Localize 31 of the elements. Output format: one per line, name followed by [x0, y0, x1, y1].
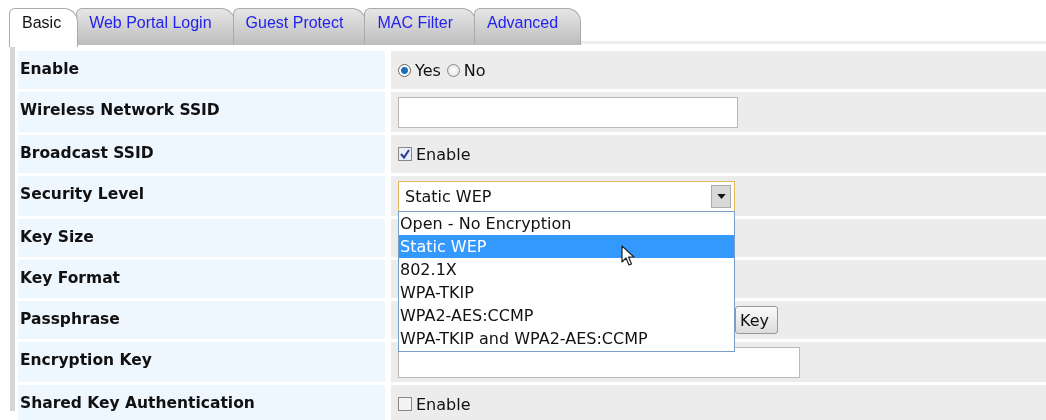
field-label: Wireless Network SSID: [18, 92, 385, 132]
field-label: Passphrase: [18, 301, 385, 339]
checkbox[interactable]: [398, 147, 412, 161]
radio-button[interactable]: [398, 63, 411, 77]
checkbox-label: Enable: [416, 144, 471, 164]
checkbox-label: Enable: [416, 394, 471, 414]
dropdown-option[interactable]: WPA2-AES:CCMP: [399, 303, 734, 327]
field-label: Security Level: [18, 176, 385, 216]
mouse-pointer-icon: [621, 244, 635, 267]
field-label: Key Size: [18, 219, 385, 257]
tab[interactable]: Basic: [9, 8, 79, 47]
field-label: Key Format: [18, 260, 385, 298]
tab[interactable]: Guest Protect: [232, 8, 367, 45]
dropdown-option[interactable]: WPA-TKIP: [399, 280, 734, 304]
input-field[interactable]: [398, 96, 738, 128]
dropdown-option[interactable]: WPA-TKIP and WPA2-AES:CCMP: [399, 326, 734, 350]
dropdown-option[interactable]: Open - No Encryption: [399, 211, 734, 235]
field-label: Encryption Key: [18, 342, 385, 382]
field-label: Shared Key Authentication: [18, 385, 385, 420]
checkbox[interactable]: [398, 397, 412, 411]
tab[interactable]: Advanced: [473, 8, 582, 45]
key-button[interactable]: Key: [735, 306, 778, 334]
radio-label: No: [463, 60, 486, 80]
tab[interactable]: MAC Filter: [364, 8, 476, 45]
dropdown-select[interactable]: Static WEP: [398, 180, 735, 212]
field-label: Broadcast SSID: [18, 135, 385, 173]
tab[interactable]: Web Portal Login: [76, 8, 235, 45]
radio-label: Yes: [415, 60, 441, 80]
field-label: Enable: [18, 51, 385, 89]
radio-button[interactable]: [446, 63, 460, 77]
dropdown-option[interactable]: 802.1X: [399, 257, 734, 281]
